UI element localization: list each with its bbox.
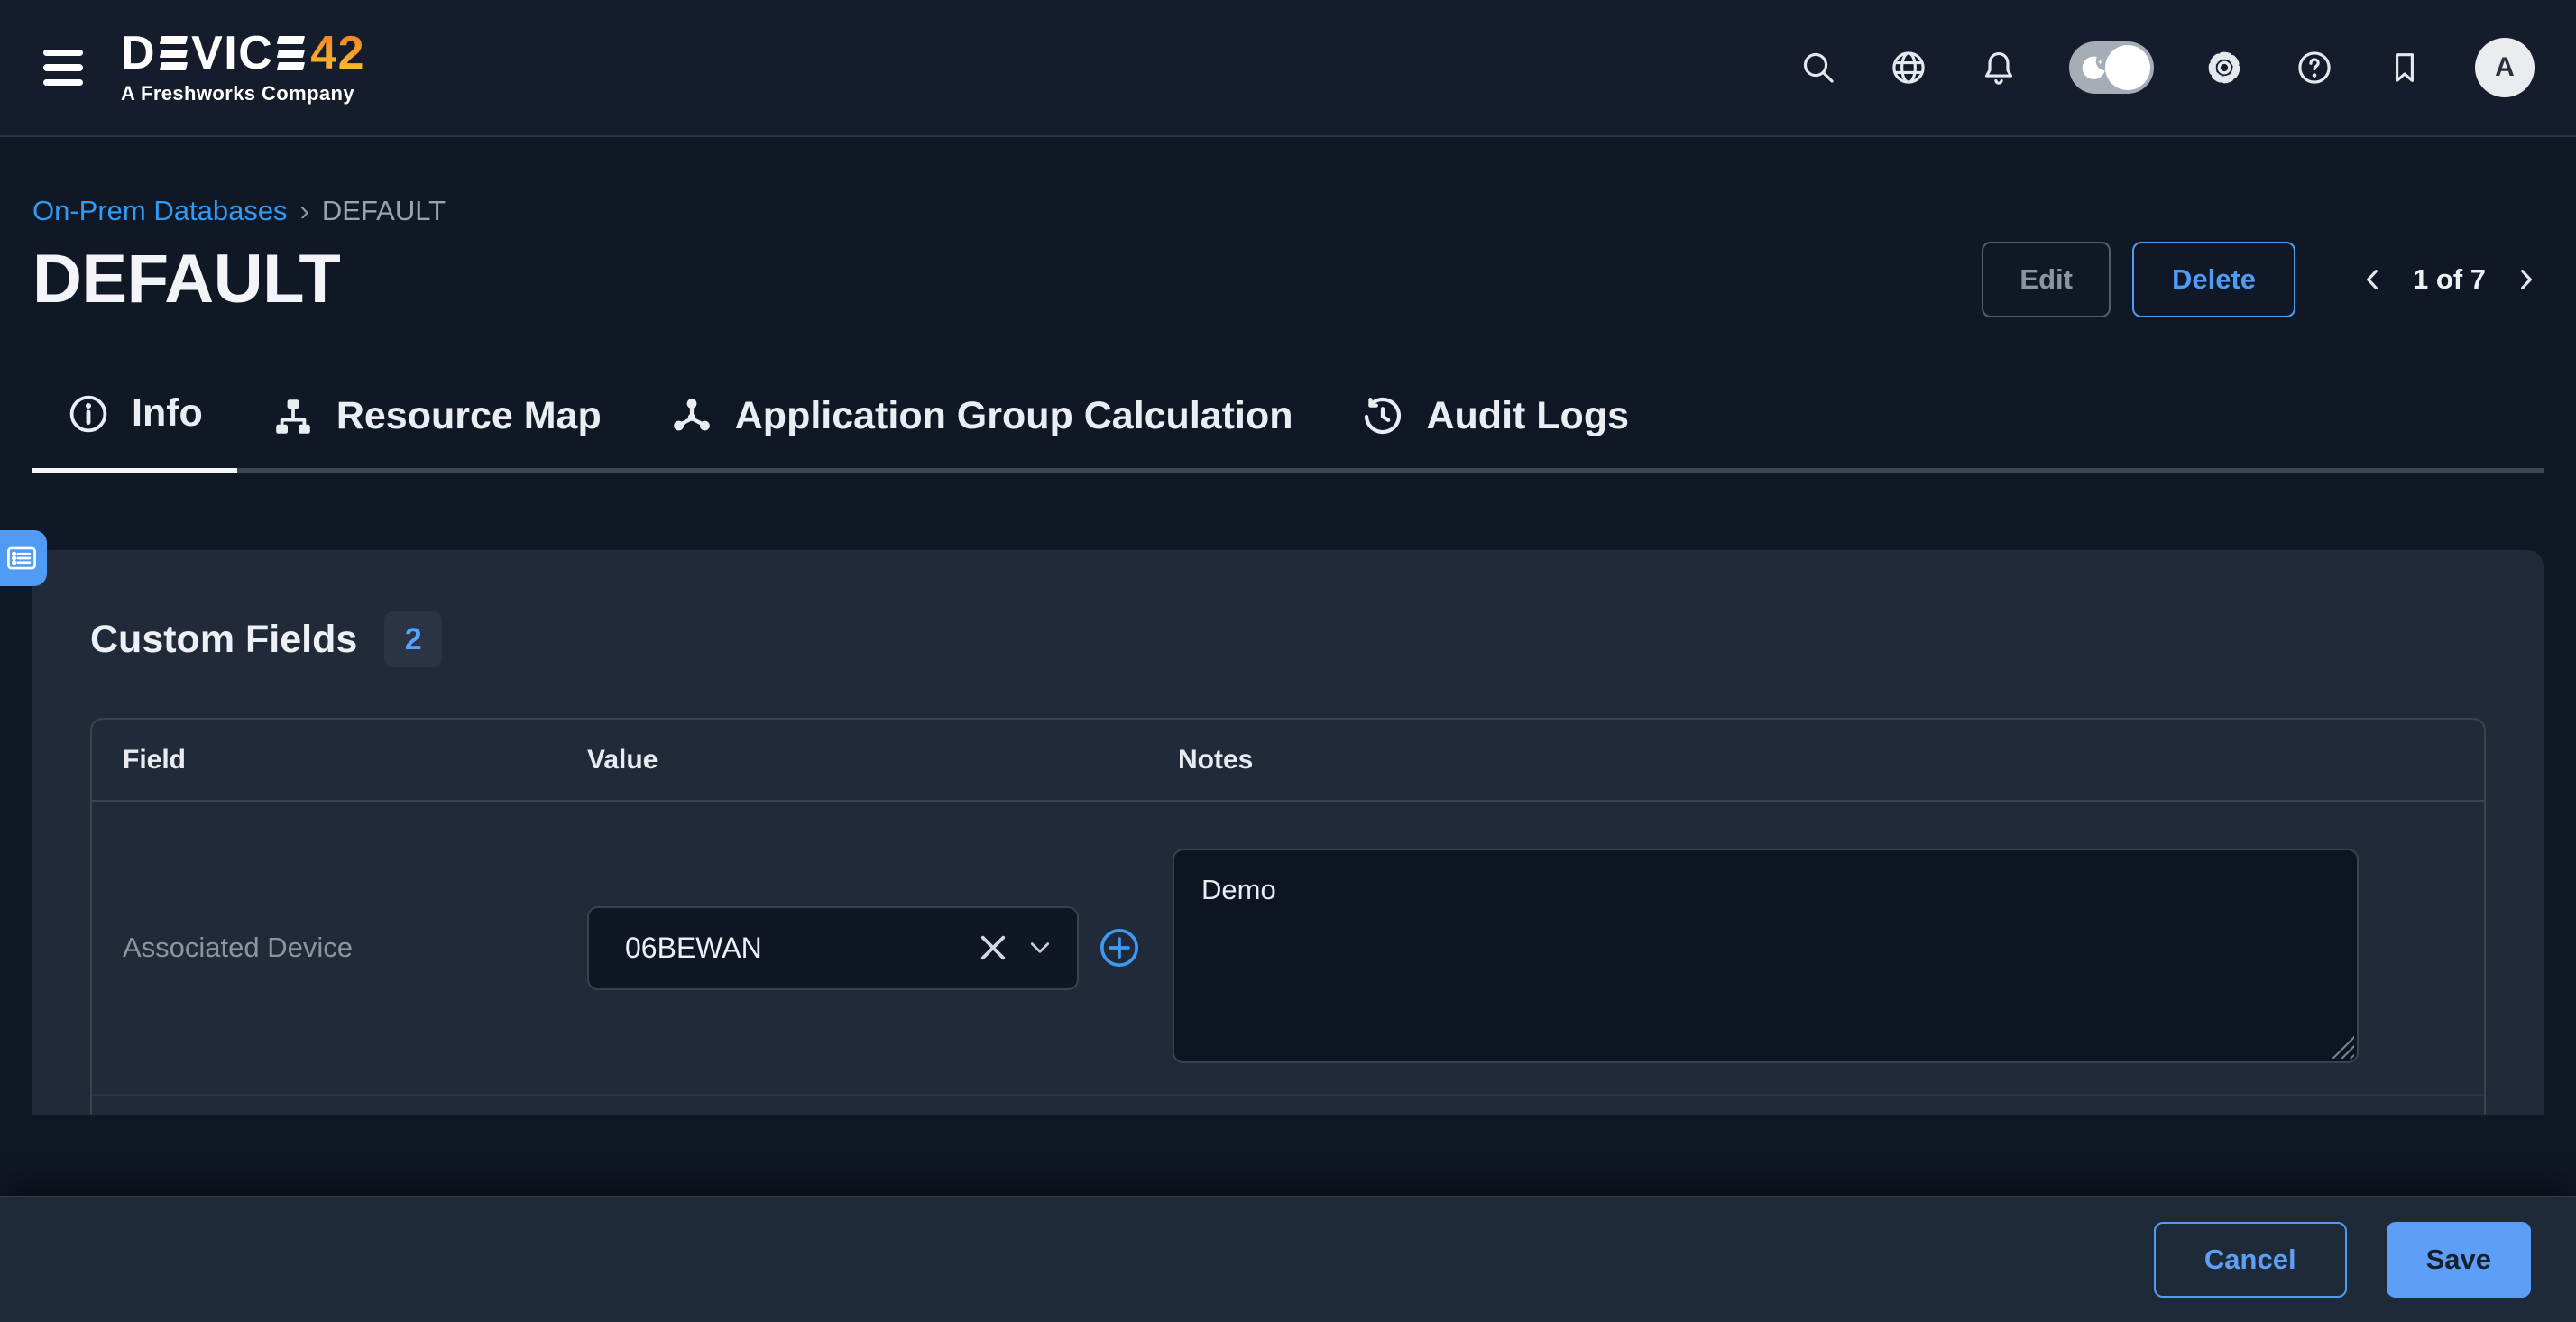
column-header-notes: Notes [1147,745,2484,776]
footer-action-bar: Cancel Save [0,1196,2576,1322]
history-clock-icon [1361,395,1404,438]
topbar: D VIC 42 A Freshworks Company [0,0,2576,137]
add-device-button[interactable] [1099,927,1140,969]
breadcrumb: On-Prem Databases › DEFAULT [32,197,2544,225]
edit-button[interactable]: Edit [1982,242,2111,317]
settings-gear-icon[interactable] [2204,48,2244,87]
tab-label: Info [132,391,203,436]
info-icon [67,392,110,436]
cancel-button[interactable]: Cancel [2154,1222,2347,1298]
tab-label: Resource Map [336,394,602,438]
tab-audit-logs[interactable]: Audit Logs [1327,391,1663,473]
table-header-row: Field Value Notes [92,720,2484,802]
device42-app: D VIC 42 A Freshworks Company [0,0,2576,1322]
chevron-down-icon[interactable] [1026,934,1053,961]
sitemap-icon [271,395,315,438]
custom-fields-header: Custom Fields 2 [90,550,2486,667]
plus-circle-icon [1099,927,1140,969]
tab-info[interactable]: Info [32,391,237,473]
clipped-next-row [92,1096,2484,1115]
logo-letters: VIC [191,30,273,77]
pager-prev-icon[interactable] [2355,262,2391,298]
custom-fields-count-badge: 2 [384,611,442,667]
notes-textarea[interactable]: Demo [1173,849,2359,1063]
select-value: 06BEWAN [625,932,980,965]
device42-logo[interactable]: D VIC 42 A Freshworks Company [121,30,365,106]
pager-label: 1 of 7 [2413,263,2486,296]
logo-number: 42 [310,30,365,77]
logo-letter-e-icon [161,36,187,70]
associated-device-select[interactable]: 06BEWAN [587,906,1079,990]
user-avatar[interactable]: A [2475,38,2535,97]
globe-icon[interactable] [1889,48,1928,87]
custom-fields-title: Custom Fields [90,618,357,662]
logo-wordmark: D VIC 42 [121,30,365,77]
breadcrumb-separator: › [300,197,309,225]
list-icon [5,541,39,575]
main-content: On-Prem Databases › DEFAULT DEFAULT Edit… [0,197,2576,1115]
breadcrumb-parent-link[interactable]: On-Prem Databases [32,197,288,225]
avatar-initial: A [2495,52,2515,83]
save-button[interactable]: Save [2387,1222,2531,1298]
page-title: DEFAULT [32,238,340,321]
pager-next-icon[interactable] [2507,262,2544,298]
notifications-bell-icon[interactable] [1979,48,2019,87]
theme-toggle[interactable] [2069,41,2154,94]
logo-letter-e-icon [278,36,304,70]
column-header-field: Field [92,745,557,776]
tab-label: Application Group Calculation [735,394,1293,438]
breadcrumb-current: DEFAULT [322,197,446,225]
custom-fields-card: Custom Fields 2 Field Value Notes Associ… [32,550,2544,1115]
section-list-toggle-button[interactable] [0,530,47,586]
table-row: Associated Device 06BEWAN [92,802,2484,1096]
tab-label: Audit Logs [1426,394,1629,438]
logo-subtitle: A Freshworks Company [121,82,365,106]
bookmark-icon[interactable] [2385,48,2424,87]
value-cell: 06BEWAN [557,802,1147,1094]
column-header-value: Value [557,745,1147,776]
notes-cell: Demo [1147,802,2484,1094]
topbar-actions: A [1799,38,2535,97]
clear-selection-icon[interactable] [980,934,1007,961]
logo-letter: D [121,30,156,77]
toggle-knob [2105,45,2150,90]
scroll-viewport: Custom Fields 2 Field Value Notes Associ… [32,550,2544,1115]
help-icon[interactable] [2295,48,2334,87]
brand-area: D VIC 42 A Freshworks Company [41,30,365,106]
delete-button[interactable]: Delete [2132,242,2295,317]
tab-application-group-calculation[interactable]: Application Group Calculation [636,391,1328,473]
notes-field-wrap: Demo [1173,849,2359,1063]
tab-resource-map[interactable]: Resource Map [237,391,636,473]
record-pager: 1 of 7 [2355,262,2544,298]
field-label: Associated Device [92,802,557,1094]
custom-fields-table: Field Value Notes Associated Device 06BE… [90,718,2486,1115]
header-actions: Edit Delete 1 of 7 [1982,242,2544,317]
page-header: DEFAULT Edit Delete 1 of 7 [32,238,2544,321]
hamburger-menu-icon[interactable] [41,44,85,92]
app-group-molecule-icon [670,395,713,438]
tab-bar: Info Resource Map App [32,391,2544,473]
search-icon[interactable] [1799,48,1838,87]
